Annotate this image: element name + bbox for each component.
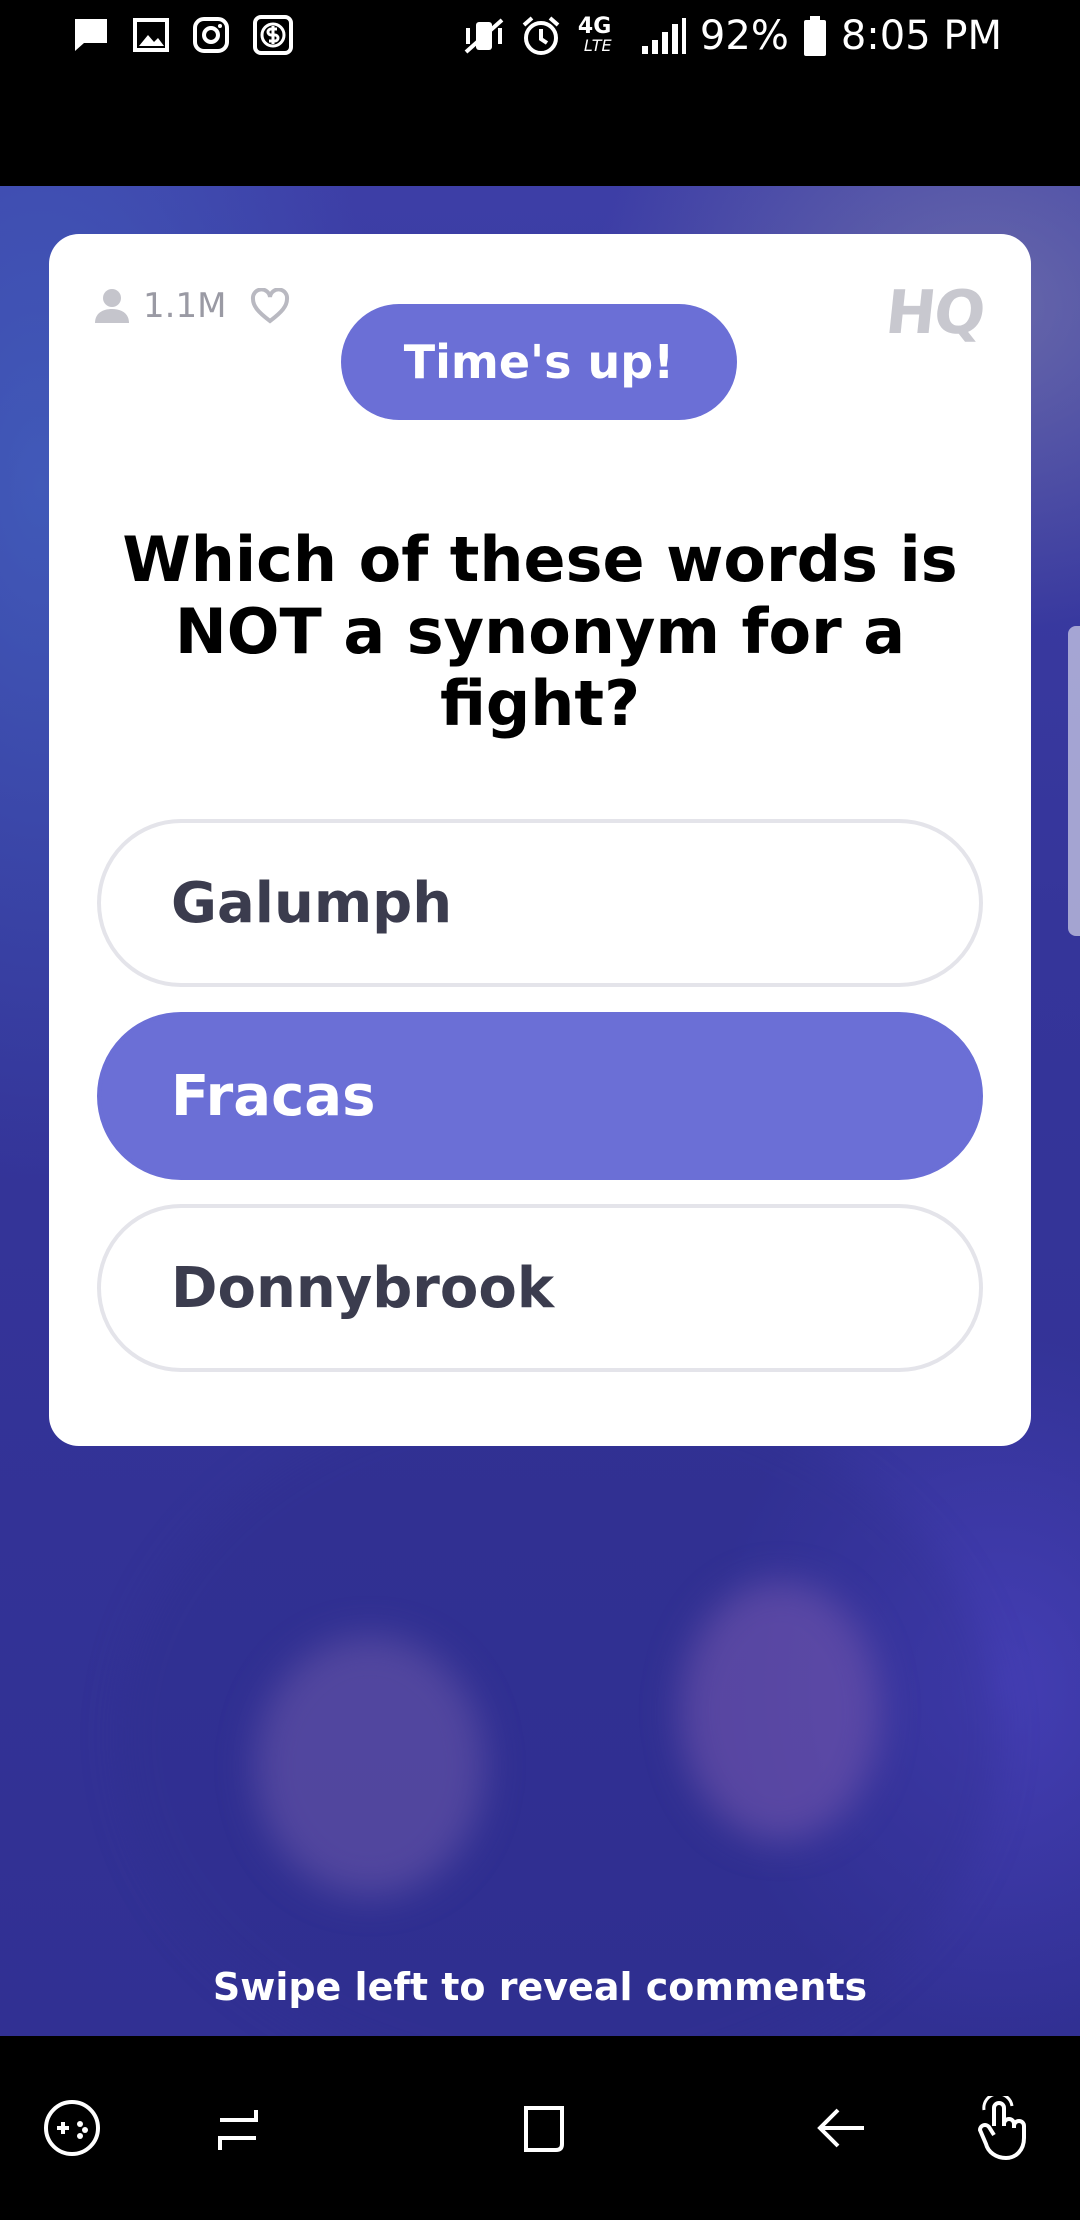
host-hand-right xyxy=(680,1581,880,1841)
notification-icons xyxy=(72,14,294,56)
heart-icon[interactable] xyxy=(250,288,290,324)
timer-status-badge: Time's up! xyxy=(341,304,737,420)
system-status: 4G LTE 92% 8:05 PM xyxy=(462,10,1002,62)
gamepad-icon[interactable] xyxy=(40,2096,104,2164)
signal-icon xyxy=(640,16,686,56)
gesture-icon[interactable] xyxy=(970,2092,1040,2170)
back-icon[interactable] xyxy=(810,2096,874,2164)
answer-label: Fracas xyxy=(171,1063,376,1129)
answer-option-3[interactable]: Donnybrook xyxy=(97,1204,983,1372)
recent-apps-icon[interactable] xyxy=(208,2096,268,2164)
battery-icon xyxy=(803,16,827,56)
image-icon xyxy=(132,16,170,54)
answer-option-2-selected[interactable]: Fracas xyxy=(97,1012,983,1180)
vibrate-mute-icon xyxy=(462,16,506,56)
comments-drawer-handle[interactable] xyxy=(1068,626,1080,936)
alarm-icon xyxy=(520,15,562,57)
screen: 4G LTE 92% 8:05 PM 1.1M HQ Time's up! Wh… xyxy=(0,0,1080,2220)
message-icon xyxy=(72,16,110,54)
swipe-hint: Swipe left to reveal comments xyxy=(212,1965,868,2009)
question-text: Which of these words is NOT a synonym fo… xyxy=(122,523,958,740)
battery-percent: 92% xyxy=(699,13,789,59)
user-icon xyxy=(93,287,131,325)
host-hand-left xyxy=(255,1636,485,1896)
hq-logo: HQ xyxy=(882,278,987,348)
answer-label: Donnybrook xyxy=(171,1255,555,1321)
viewer-count: 1.1M xyxy=(143,286,227,326)
instagram-icon xyxy=(192,16,230,54)
navigation-bar xyxy=(0,2036,1080,2220)
network-type: 4G LTE xyxy=(577,14,612,55)
question-card: 1.1M HQ Time's up! Which of these words … xyxy=(49,234,1031,1446)
home-icon[interactable] xyxy=(512,2096,572,2164)
answer-label: Galumph xyxy=(171,870,453,936)
status-bar: 4G LTE 92% 8:05 PM xyxy=(0,0,1080,72)
clock: 8:05 PM xyxy=(840,13,1002,59)
cash-icon xyxy=(252,14,294,56)
viewer-meta: 1.1M xyxy=(93,286,290,326)
answer-option-1[interactable]: Galumph xyxy=(97,819,983,987)
